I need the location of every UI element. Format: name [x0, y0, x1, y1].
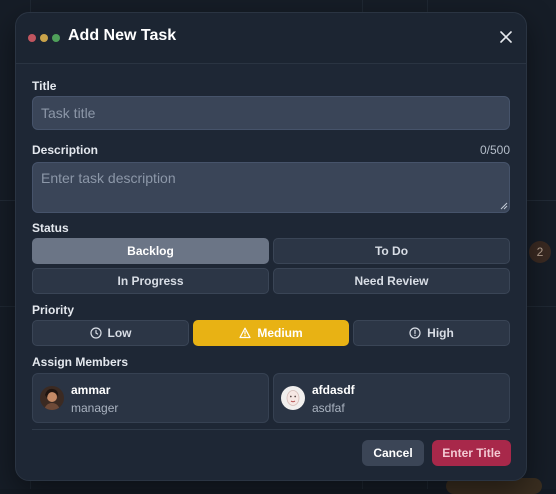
- title-label: Title: [32, 79, 57, 93]
- status-option-in-progress[interactable]: In Progress: [32, 268, 269, 294]
- warning-icon: [239, 327, 251, 339]
- clock-icon: [89, 327, 102, 339]
- priority-option-low[interactable]: Low: [32, 320, 189, 346]
- close-icon[interactable]: [496, 27, 516, 47]
- member-card-ammar[interactable]: ammar manager: [32, 373, 269, 423]
- avatar: [281, 386, 305, 410]
- member-card-afdasdf[interactable]: afdasdf asdfaf: [273, 373, 510, 423]
- description-char-counter: 0/500: [479, 143, 510, 157]
- avatar: [40, 386, 64, 410]
- alert-circle-icon: [409, 327, 421, 339]
- member-name: afdasdf: [312, 383, 355, 397]
- resize-handle-icon[interactable]: [500, 202, 508, 210]
- status-option-todo[interactable]: To Do: [273, 238, 510, 264]
- description-textarea[interactable]: [32, 162, 510, 213]
- description-label: Description: [32, 143, 99, 157]
- priority-option-label: Low: [107, 326, 132, 340]
- footer-divider: [32, 429, 510, 430]
- background-count-badge: 2: [529, 241, 551, 263]
- submit-task-button[interactable]: Enter Title: [432, 440, 511, 466]
- priority-option-label: Medium: [257, 326, 303, 340]
- member-role: manager: [71, 401, 119, 415]
- member-name: ammar: [71, 383, 111, 397]
- status-option-need-review[interactable]: Need Review: [273, 268, 510, 294]
- priority-option-label: High: [427, 326, 454, 340]
- title-input[interactable]: [32, 96, 510, 130]
- status-label: Status: [32, 221, 69, 235]
- priority-option-medium[interactable]: Medium: [193, 320, 349, 346]
- status-option-backlog[interactable]: Backlog: [32, 238, 269, 264]
- priority-option-high[interactable]: High: [353, 320, 510, 346]
- window-dot-yellow: [40, 34, 48, 42]
- assign-members-label: Assign Members: [32, 355, 129, 369]
- window-dot-red: [28, 34, 36, 42]
- cancel-button[interactable]: Cancel: [362, 440, 424, 466]
- priority-label: Priority: [32, 303, 75, 317]
- window-dot-green: [52, 34, 60, 42]
- add-task-dialog: Add New Task Title Description 0/500 Sta…: [15, 12, 527, 481]
- dialog-title: Add New Task: [68, 27, 177, 44]
- member-role: asdfaf: [312, 401, 345, 415]
- dialog-header: Add New Task: [16, 13, 526, 64]
